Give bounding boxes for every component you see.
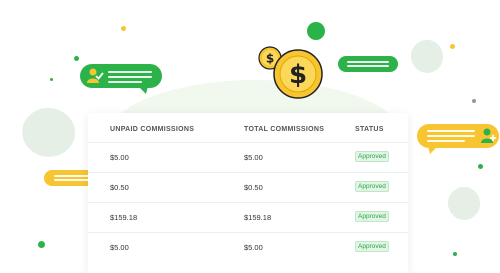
decor-dot	[50, 78, 53, 81]
table-row: $5.00 $5.00 Approved	[88, 142, 408, 173]
background-blob-right-bottom	[447, 186, 481, 220]
decor-dot	[472, 99, 476, 103]
header-status: STATUS	[355, 126, 384, 133]
chat-bubble-user-check	[80, 64, 162, 88]
total-cell: $159.18	[244, 213, 272, 222]
decor-dot	[74, 56, 79, 61]
decor-dot	[450, 44, 455, 49]
background-blob-left	[22, 107, 75, 157]
unpaid-cell: $0.50	[110, 183, 129, 192]
user-check-icon	[87, 68, 104, 83]
status-badge: Approved	[355, 241, 389, 252]
user-add-icon	[481, 128, 496, 143]
table-row: $159.18 $159.18 Approved	[88, 202, 408, 233]
status-badge: Approved	[355, 211, 389, 222]
table-row: $0.50 $0.50 Approved	[88, 172, 408, 203]
unpaid-cell: $159.18	[110, 213, 138, 222]
svg-text:$: $	[289, 60, 307, 90]
header-unpaid-commissions: UNPAID COMMISSIONS	[110, 126, 195, 133]
header-total-commissions: TOTAL COMMISSIONS	[244, 126, 325, 133]
status-badge: Approved	[355, 151, 389, 162]
chat-bubble-green	[338, 56, 398, 72]
total-cell: $5.00	[244, 153, 263, 162]
commissions-table: UNPAID COMMISSIONS TOTAL COMMISSIONS STA…	[88, 113, 408, 273]
dollar-coin-icon: $	[273, 49, 323, 99]
bubble-tail	[428, 146, 438, 154]
decor-dot	[38, 241, 45, 248]
table-row: $5.00 $5.00 Approved	[88, 232, 408, 263]
unpaid-cell: $5.00	[110, 243, 129, 252]
status-badge: Approved	[355, 181, 389, 192]
bubble-tail	[138, 86, 148, 94]
total-cell: $0.50	[244, 183, 263, 192]
total-cell: $5.00	[244, 243, 263, 252]
decor-dot	[307, 22, 325, 40]
chat-bubble-user-add	[417, 124, 499, 148]
background-blob-right-top	[410, 39, 444, 73]
decor-dot	[453, 252, 457, 256]
decor-dot	[478, 164, 483, 169]
unpaid-cell: $5.00	[110, 153, 129, 162]
decor-dot	[121, 26, 126, 31]
